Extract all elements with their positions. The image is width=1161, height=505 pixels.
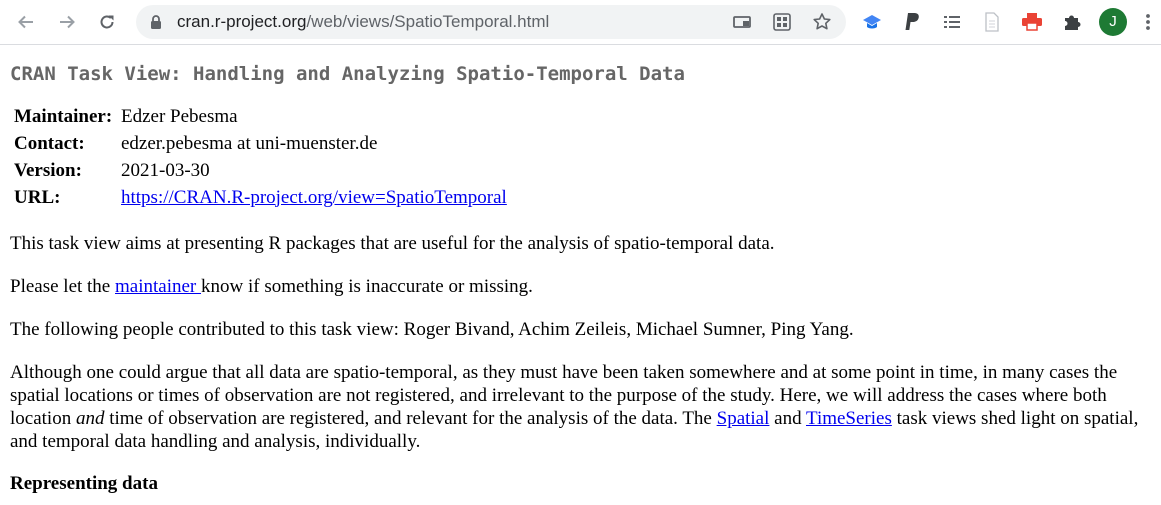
description-text-3: and — [769, 408, 806, 429]
menu-kebab-icon[interactable] — [1138, 8, 1158, 36]
back-arrow-icon — [18, 15, 33, 29]
maintainer-row: Maintainer: Edzer Pebesma — [11, 103, 510, 130]
section-heading: Representing data — [10, 473, 158, 494]
lock-icon[interactable] — [148, 14, 164, 30]
qr-code-icon[interactable] — [771, 11, 793, 33]
feedback-paragraph: Please let the maintainer know if someth… — [10, 275, 1155, 298]
star-icon[interactable] — [811, 11, 833, 33]
profile-avatar[interactable]: J — [1099, 8, 1127, 36]
paypal-icon[interactable] — [898, 8, 926, 36]
version-row: Version: 2021-03-30 — [11, 157, 510, 184]
url-domain: cran.r-project.org — [177, 12, 307, 31]
description-text-2: time of observation are registered, and … — [104, 408, 717, 429]
list-icon[interactable] — [938, 8, 966, 36]
url-label: URL: — [14, 186, 61, 208]
contact-row: Contact: edzer.pebesma at uni-muenster.d… — [11, 130, 510, 157]
cast-icon[interactable] — [731, 11, 753, 33]
intro-paragraph: This task view aims at presenting R pack… — [10, 233, 775, 254]
metadata-table: Maintainer: Edzer Pebesma Contact: edzer… — [11, 103, 510, 211]
puzzle-icon[interactable] — [1058, 8, 1086, 36]
graduation-cap-icon[interactable] — [858, 8, 886, 36]
page-title: CRAN Task View: Handling and Analyzing S… — [10, 63, 685, 85]
back-button[interactable] — [10, 6, 42, 38]
reload-icon — [100, 15, 114, 29]
printer-icon[interactable] — [1018, 8, 1046, 36]
description-emphasis: and — [75, 408, 105, 429]
reload-button[interactable] — [91, 6, 123, 38]
spatial-link[interactable]: Spatial — [717, 408, 770, 429]
contributors-paragraph: The following people contributed to this… — [10, 319, 854, 340]
contact-label: Contact: — [14, 132, 85, 154]
address-bar[interactable]: cran.r-project.org/web/views/SpatioTempo… — [136, 5, 846, 39]
version-label: Version: — [14, 159, 82, 181]
task-view-url-link[interactable]: https://CRAN.R-project.org/view=SpatioTe… — [121, 187, 507, 208]
timeseries-link[interactable]: TimeSeries — [806, 408, 892, 429]
description-paragraph: Although one could argue that all data a… — [10, 361, 1155, 453]
url-row: URL: https://CRAN.R-project.org/view=Spa… — [11, 184, 510, 211]
document-icon[interactable] — [978, 8, 1006, 36]
maintainer-link[interactable]: maintainer — [115, 276, 201, 297]
forward-button[interactable] — [51, 6, 83, 38]
browser-toolbar: cran.r-project.org/web/views/SpatioTempo… — [0, 0, 1161, 45]
contact-value: edzer.pebesma at uni-muenster.de — [121, 132, 378, 154]
feedback-text-after: know if something is inaccurate or missi… — [201, 276, 533, 297]
forward-arrow-icon — [60, 15, 75, 29]
url-text[interactable]: cran.r-project.org/web/views/SpatioTempo… — [177, 5, 549, 39]
maintainer-value: Edzer Pebesma — [121, 105, 238, 127]
feedback-text-before: Please let the — [10, 276, 115, 297]
maintainer-label: Maintainer: — [14, 105, 113, 127]
version-value: 2021-03-30 — [121, 159, 210, 181]
url-path: /web/views/SpatioTemporal.html — [306, 12, 550, 31]
